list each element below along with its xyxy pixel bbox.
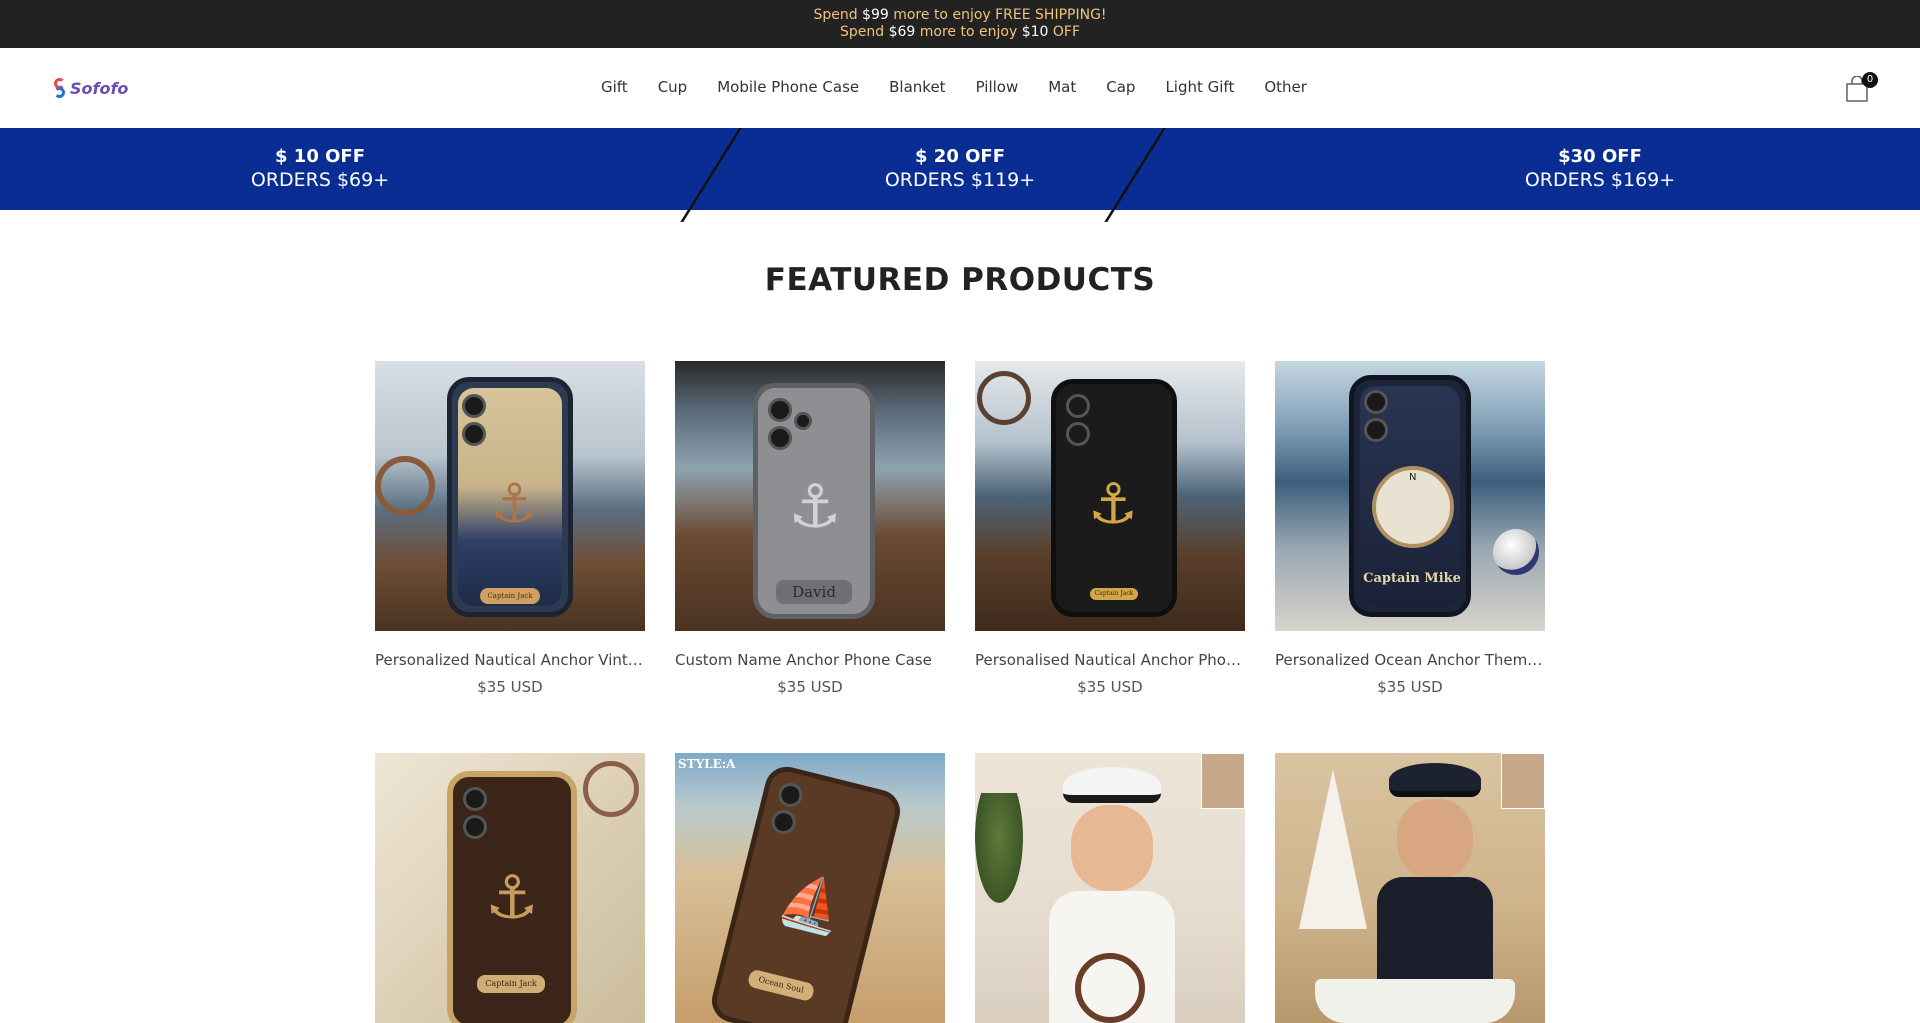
- engraved-name-plate: Ocean Soul: [746, 968, 816, 1003]
- promo-tier-1[interactable]: $ 10 OFF ORDERS $69+: [0, 128, 640, 210]
- logo-icon: [52, 76, 68, 100]
- engraved-name-plate: David: [776, 580, 852, 604]
- announcement-line-2: Spend $69 more to enjoy $10 OFF: [839, 24, 1080, 40]
- product-price: $35 USD: [477, 678, 543, 696]
- product-grid: ⚓ Captain Jack Personalized Nautical Anc…: [375, 361, 1545, 1023]
- engraved-name-plate: Captain Mike: [1363, 571, 1461, 586]
- promo-tier-1-discount: $ 10 OFF: [275, 146, 365, 167]
- product-image[interactable]: ⚓ Captain Jack: [375, 753, 645, 1023]
- product-name[interactable]: Personalized Nautical Anchor Vintage Pho…: [375, 651, 645, 669]
- product-image[interactable]: N Captain Mike: [1275, 361, 1545, 631]
- product-card[interactable]: ⚓ Captain Jack Personalised Nautical Anc…: [975, 361, 1245, 696]
- style-label: STYLE:A: [678, 757, 736, 771]
- engraved-name-plate: Captain Jack: [480, 588, 540, 604]
- product-name[interactable]: Personalised Nautical Anchor Phone Case: [975, 651, 1245, 669]
- promo-tier-2[interactable]: $ 20 OFF ORDERS $119+: [640, 128, 1280, 210]
- product-image[interactable]: [975, 753, 1245, 1023]
- nav-item-light-gift[interactable]: Light Gift: [1150, 78, 1249, 96]
- nav-item-gift[interactable]: Gift: [586, 78, 643, 96]
- nav-item-other[interactable]: Other: [1249, 78, 1322, 96]
- main-nav: Gift Cup Mobile Phone Case Blanket Pillo…: [586, 78, 1322, 96]
- promo-tier-1-threshold: ORDERS $69+: [250, 169, 390, 191]
- section-title: FEATURED PRODUCTS: [764, 262, 1156, 298]
- promo-tier-2-discount: $ 20 OFF: [915, 146, 1005, 167]
- product-card[interactable]: ⚓ David Custom Name Anchor Phone Case $3…: [675, 361, 945, 696]
- product-image[interactable]: ⚓ David: [675, 361, 945, 631]
- product-card[interactable]: N Captain Mike Personalized Ocean Anchor…: [1275, 361, 1545, 696]
- nav-item-mat[interactable]: Mat: [1033, 78, 1091, 96]
- announcement-bar: Spend $99 more to enjoy FREE SHIPPING! S…: [0, 0, 1920, 48]
- promo-banner: $ 10 OFF ORDERS $69+ $ 20 OFF ORDERS $11…: [0, 128, 1920, 222]
- product-image[interactable]: [1275, 753, 1545, 1023]
- engraved-name-plate: Captain Jack: [1090, 588, 1138, 600]
- product-name[interactable]: Custom Name Anchor Phone Case: [675, 651, 945, 669]
- promo-tier-3[interactable]: $30 OFF ORDERS $169+: [1280, 128, 1920, 210]
- promo-tier-3-threshold: ORDERS $169+: [1524, 169, 1676, 191]
- product-price: $35 USD: [777, 678, 843, 696]
- product-card[interactable]: [975, 753, 1245, 1023]
- product-image[interactable]: ⚓ Captain Jack: [975, 361, 1245, 631]
- product-card[interactable]: STYLE:A ⛵ Ocean Soul: [675, 753, 945, 1023]
- logo[interactable]: Sofofo: [52, 76, 128, 100]
- logo-text: Sofofo: [70, 78, 129, 98]
- promo-tier-2-threshold: ORDERS $119+: [884, 169, 1036, 191]
- product-image[interactable]: ⚓ Captain Jack: [375, 361, 645, 631]
- product-card[interactable]: ⚓ Captain Jack Personalized Nautical Anc…: [375, 361, 645, 696]
- product-card[interactable]: ⚓ Captain Jack: [375, 753, 645, 1023]
- product-price: $35 USD: [1377, 678, 1443, 696]
- nav-item-cup[interactable]: Cup: [643, 78, 703, 96]
- cart-button[interactable]: 0: [1846, 72, 1878, 104]
- product-image[interactable]: STYLE:A ⛵ Ocean Soul: [675, 753, 945, 1023]
- site-header: Sofofo Gift Cup Mobile Phone Case Blanke…: [0, 48, 1920, 128]
- promo-tier-3-discount: $30 OFF: [1558, 146, 1642, 167]
- nav-item-cap[interactable]: Cap: [1091, 78, 1150, 96]
- nav-item-mobile-phone-case[interactable]: Mobile Phone Case: [702, 78, 874, 96]
- customer-photo-inset: [1501, 753, 1545, 809]
- nav-item-pillow[interactable]: Pillow: [961, 78, 1034, 96]
- nav-item-blanket[interactable]: Blanket: [874, 78, 960, 96]
- product-name[interactable]: Personalized Ocean Anchor Themed Phone C…: [1275, 651, 1545, 669]
- customer-photo-inset: [1201, 753, 1245, 809]
- product-price: $35 USD: [1077, 678, 1143, 696]
- engraved-name-plate: Captain Jack: [477, 975, 545, 993]
- product-card[interactable]: [1275, 753, 1545, 1023]
- announcement-line-1: Spend $99 more to enjoy FREE SHIPPING!: [813, 7, 1107, 23]
- cart-count-badge: 0: [1862, 72, 1878, 88]
